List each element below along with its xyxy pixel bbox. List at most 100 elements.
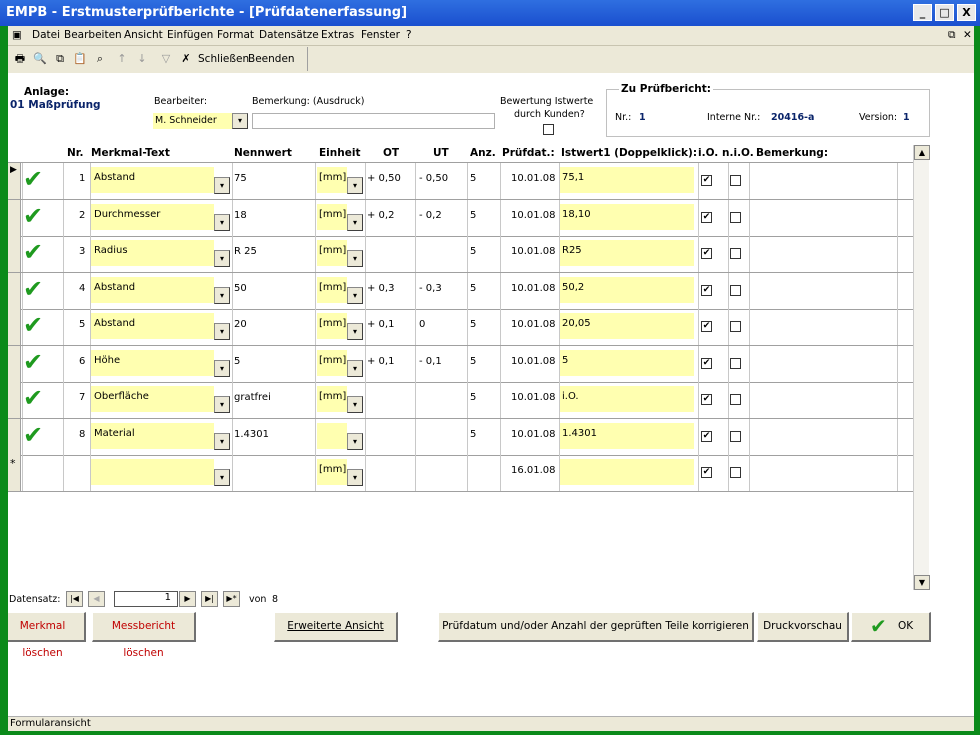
copy-icon[interactable]: ⧉ [52, 51, 68, 66]
close-form-button[interactable]: Schließen [198, 53, 249, 65]
nio-checkbox[interactable] [730, 321, 741, 332]
einheit-dropdown-icon[interactable]: ▾ [347, 213, 363, 231]
table-row[interactable]: ✔ 4 Abstand ▾ 50 [mm] ▾ + 0,3- 0,3 5 10.01.08 50,2… [8, 272, 913, 310]
row-selector[interactable]: * [8, 455, 21, 491]
merkmal-dropdown-icon[interactable]: ▾ [214, 359, 230, 377]
bearbeiter-dropdown-icon[interactable]: ▾ [232, 113, 248, 129]
row-selector[interactable] [8, 272, 21, 309]
io-checkbox[interactable]: ✔ [701, 430, 712, 442]
einheit-dropdown-icon[interactable]: ▾ [347, 469, 363, 486]
io-checkbox[interactable]: ✔ [701, 394, 712, 405]
istwert-field[interactable]: i.O. [560, 386, 694, 412]
merkmal-field[interactable]: Oberfläche [91, 386, 214, 412]
paste-icon[interactable]: 📋 [72, 51, 88, 66]
delete-report-button[interactable]: Messbericht löschen [92, 612, 196, 659]
menu-extras[interactable]: Extras [321, 29, 354, 41]
istwert-field[interactable]: R25 [560, 240, 694, 266]
merkmal-field[interactable]: Durchmesser [91, 203, 214, 230]
einheit-dropdown-icon[interactable]: ▾ [347, 286, 363, 304]
nio-checkbox[interactable] [730, 175, 741, 186]
merkmal-field[interactable]: Abstand [91, 276, 214, 303]
einheit-dropdown-icon[interactable]: ▾ [347, 323, 363, 340]
menu-records[interactable]: Datensätze [259, 29, 319, 41]
row-selector[interactable] [8, 418, 21, 455]
delete-feature-button[interactable]: Merkmal löschen [8, 612, 86, 659]
einheit-field[interactable] [317, 422, 347, 449]
istwert-field[interactable]: 1.4301 [560, 422, 694, 449]
table-row[interactable]: * ▾ [mm] ▾ 16.01.08 ✔ [8, 455, 913, 492]
io-checkbox[interactable]: ✔ [701, 467, 712, 478]
merkmal-dropdown-icon[interactable]: ▾ [214, 323, 230, 340]
nio-checkbox[interactable] [730, 357, 741, 369]
merkmal-dropdown-icon[interactable]: ▾ [214, 250, 230, 267]
table-row[interactable]: ✔ 2 Durchmesser ▾ 18 [mm] ▾ + 0,2- 0,2 5 10.01.08… [8, 199, 913, 237]
menu-window[interactable]: Fenster [361, 29, 400, 41]
sort-asc-icon[interactable]: ↑ [114, 51, 130, 66]
io-checkbox[interactable]: ✔ [701, 211, 712, 223]
bemerkung-field[interactable] [252, 113, 495, 129]
nio-checkbox[interactable] [730, 430, 741, 442]
menu-view[interactable]: Ansicht [124, 29, 163, 41]
istwert-field[interactable]: 5 [560, 349, 694, 376]
new-record-icon[interactable]: ▶* [223, 591, 240, 607]
einheit-dropdown-icon[interactable]: ▾ [347, 396, 363, 413]
menu-file[interactable]: Datei [32, 29, 60, 41]
scroll-down-icon[interactable]: ▼ [914, 575, 930, 590]
nio-checkbox[interactable] [730, 394, 741, 405]
remove-filter-icon[interactable]: ✗ [178, 51, 194, 66]
merkmal-dropdown-icon[interactable]: ▾ [214, 213, 230, 231]
einheit-dropdown-icon[interactable]: ▾ [347, 177, 363, 194]
extended-view-button[interactable]: Erweiterte Ansicht [274, 612, 398, 642]
merkmal-field[interactable] [91, 459, 214, 485]
menu-edit[interactable]: Bearbeiten [64, 29, 122, 41]
io-checkbox[interactable]: ✔ [701, 248, 712, 259]
einheit-field[interactable]: [mm] [317, 313, 347, 339]
close-window-button[interactable]: X [957, 4, 976, 21]
einheit-field[interactable]: [mm] [317, 349, 347, 376]
sort-desc-icon[interactable]: ↓ [134, 51, 150, 66]
table-row[interactable]: ✔ 6 Höhe ▾ 5 [mm] ▾ + 0,1- 0,1 5 10.01.08 5 ✔ [8, 345, 913, 383]
correct-date-button[interactable]: Prüfdatum und/oder Anzahl der geprüften … [438, 612, 754, 642]
vertical-scrollbar[interactable]: ▲ ▼ [913, 145, 930, 590]
menu-insert[interactable]: Einfügen [167, 29, 213, 41]
merkmal-dropdown-icon[interactable]: ▾ [214, 177, 230, 194]
find-icon[interactable]: ⌕ [92, 51, 108, 66]
restore-child-icon[interactable]: ⧉ [948, 29, 956, 42]
nio-checkbox[interactable] [730, 284, 741, 296]
merkmal-dropdown-icon[interactable]: ▾ [214, 396, 230, 413]
istwert-field[interactable]: 50,2 [560, 276, 694, 303]
menu-help[interactable]: ? [406, 29, 412, 41]
io-checkbox[interactable]: ✔ [701, 284, 712, 296]
table-row[interactable]: ✔ 8 Material ▾ 1.4301 ▾ 5 10.01.08 1.4301 ✔ [8, 418, 913, 456]
row-selector[interactable]: ▶ [8, 163, 21, 199]
prev-record-icon[interactable]: ◀ [88, 591, 105, 607]
row-selector[interactable] [8, 382, 21, 418]
istwert-field[interactable]: 75,1 [560, 167, 694, 193]
print-preview-button[interactable]: Druckvorschau [757, 612, 849, 642]
close-child-icon[interactable]: ✕ [963, 29, 972, 41]
einheit-field[interactable]: [mm] [317, 276, 347, 303]
last-record-icon[interactable]: ▶| [201, 591, 218, 607]
istwert-field[interactable]: 20,05 [560, 313, 694, 339]
print-icon[interactable]: 🖶 [12, 51, 28, 66]
scroll-up-icon[interactable]: ▲ [914, 145, 930, 160]
merkmal-dropdown-icon[interactable]: ▾ [214, 432, 230, 450]
table-row[interactable]: ✔ 7 Oberfläche ▾ gratfrei [mm] ▾ 5 10.01.08 i.O. ✔ [8, 382, 913, 419]
einheit-dropdown-icon[interactable]: ▾ [347, 250, 363, 267]
bearbeiter-field[interactable]: M. Schneider [153, 113, 233, 129]
table-row[interactable]: ▶ ✔ 1 Abstand ▾ 75 [mm] ▾ + 0,50- 0,50 5 10.01.08 7… [8, 163, 913, 200]
io-checkbox[interactable]: ✔ [701, 175, 712, 186]
filter-icon[interactable]: ▽ [158, 51, 174, 66]
bewertung-checkbox[interactable] [543, 124, 554, 135]
row-selector[interactable] [8, 309, 21, 345]
preview-icon[interactable]: 🔍 [32, 51, 48, 66]
minimize-button[interactable]: _ [913, 4, 932, 21]
einheit-field[interactable]: [mm] [317, 459, 347, 485]
io-checkbox[interactable]: ✔ [701, 321, 712, 332]
einheit-field[interactable]: [mm] [317, 167, 347, 193]
row-selector[interactable] [8, 345, 21, 382]
nio-checkbox[interactable] [730, 248, 741, 259]
next-record-icon[interactable]: ▶ [179, 591, 196, 607]
merkmal-field[interactable]: Abstand [91, 167, 214, 193]
merkmal-field[interactable]: Abstand [91, 313, 214, 339]
